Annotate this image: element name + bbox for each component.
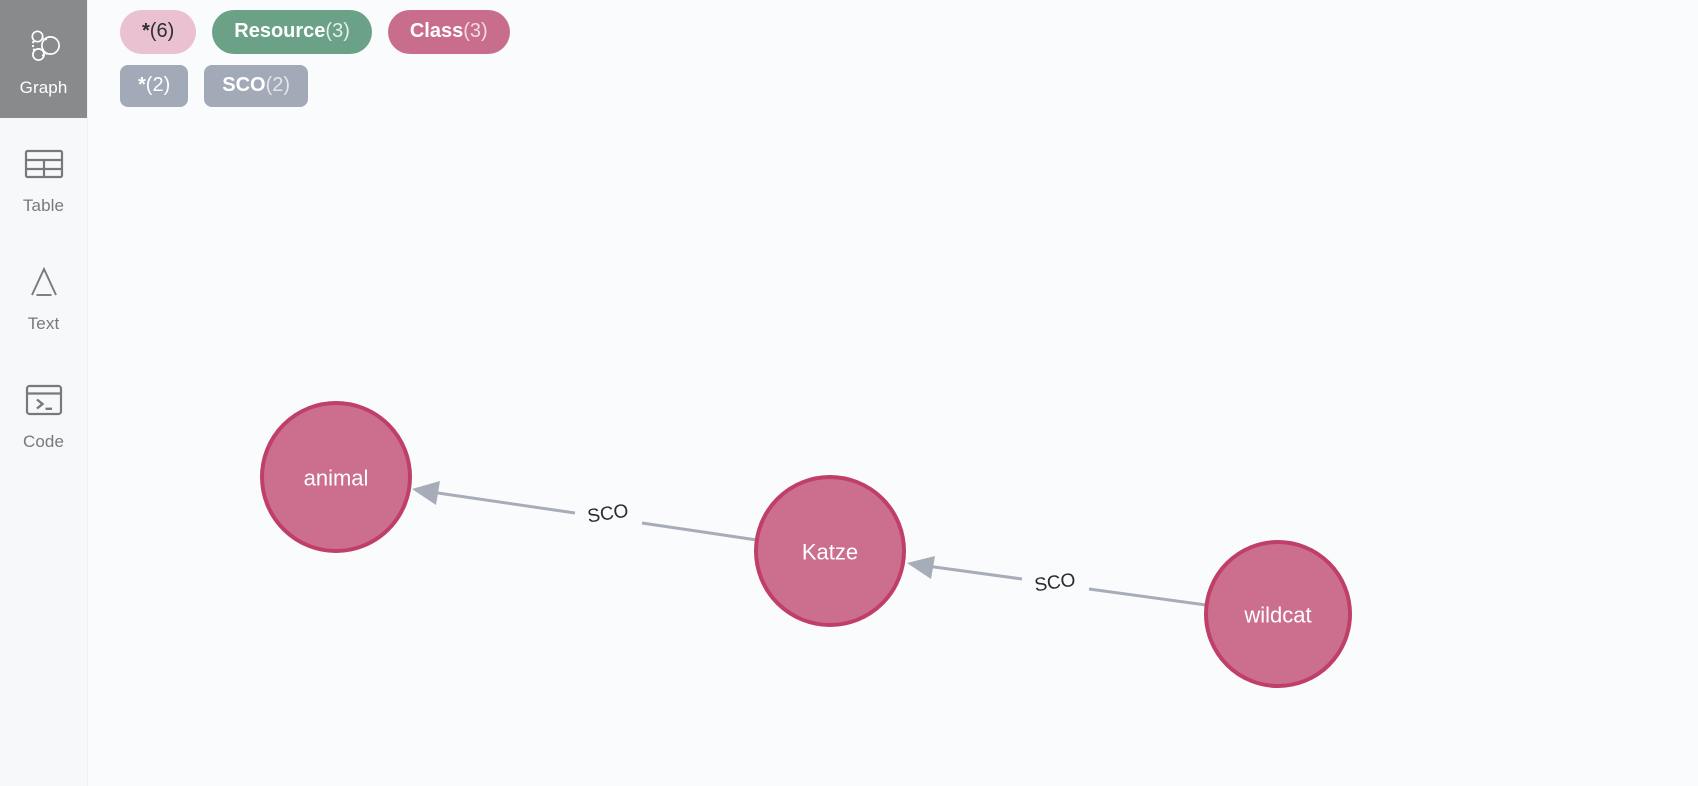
- relationship-line: [641, 521, 758, 542]
- relationship-arrowhead: [412, 481, 440, 505]
- relationship-wildcat-katze[interactable]: SCO: [907, 556, 1207, 607]
- sidebar-item-label: Code: [22, 431, 65, 451]
- node-chip-resource-count: (3): [325, 20, 350, 42]
- sidebar-item-label: Graph: [19, 77, 68, 97]
- rel-chip-all-count: (2): [145, 74, 171, 96]
- node-chip-class-name: Class: [409, 20, 464, 42]
- sidebar-item-graph[interactable]: Graph: [0, 0, 87, 118]
- node-label-chip-row: * (6) Resource (3) Class (3): [120, 10, 1698, 54]
- node-chip-class-count: (3): [463, 20, 488, 42]
- sidebar-item-code[interactable]: Code: [0, 354, 87, 472]
- graph-node-animal[interactable]: animal: [260, 401, 412, 553]
- relationship-type-chip-row: * (2) SCO (2): [120, 65, 1698, 107]
- node-chip-all[interactable]: * (6): [120, 10, 197, 54]
- main-panel: * (6) Resource (3) Class (3) * (2) SCO (…: [88, 0, 1698, 786]
- node-circle[interactable]: [1204, 540, 1352, 688]
- node-chip-all-name: *: [142, 20, 150, 42]
- rel-chip-all[interactable]: * (2): [120, 65, 189, 107]
- node-circle[interactable]: [260, 401, 412, 553]
- table-icon: [21, 141, 67, 187]
- graph-node-katze[interactable]: Katze: [754, 475, 906, 627]
- relationship-label: SCO: [1033, 570, 1077, 597]
- sidebar-item-label: Table: [22, 195, 65, 215]
- text-icon: [21, 259, 67, 305]
- relationship-label: SCO: [586, 501, 630, 528]
- graph-svg: SCO SCO animal Katze wildcat: [260, 401, 1352, 688]
- relationship-katze-animal[interactable]: SCO: [412, 481, 758, 542]
- code-icon: [21, 377, 67, 423]
- graph-visualization-app: Graph Table Text Code * (6) Resource (3)…: [0, 0, 1698, 786]
- node-chip-resource[interactable]: Resource (3): [212, 10, 372, 54]
- sidebar-item-label: Text: [27, 313, 60, 333]
- sidebar-item-text[interactable]: Text: [0, 236, 87, 354]
- graph-icon: [21, 23, 67, 69]
- graph-canvas[interactable]: SCO SCO animal Katze wildcat: [88, 115, 1698, 786]
- legend-toolbar: * (6) Resource (3) Class (3) * (2) SCO (…: [88, 0, 1698, 115]
- rel-chip-sco[interactable]: SCO (2): [204, 65, 309, 107]
- node-chip-class[interactable]: Class (3): [387, 10, 510, 54]
- relationship-line: [430, 490, 576, 515]
- rel-chip-sco-name: SCO: [222, 74, 266, 96]
- relationship-line: [1088, 587, 1207, 607]
- relationship-arrowhead: [907, 556, 935, 579]
- node-circle[interactable]: [754, 475, 906, 627]
- graph-node-wildcat[interactable]: wildcat: [1204, 540, 1352, 688]
- node-chip-resource-name: Resource: [234, 20, 326, 42]
- rel-chip-all-name: *: [138, 74, 146, 96]
- rel-chip-sco-count: (2): [265, 74, 291, 96]
- sidebar: Graph Table Text Code: [0, 0, 88, 786]
- sidebar-item-table[interactable]: Table: [0, 118, 87, 236]
- relationship-line: [926, 564, 1023, 581]
- node-chip-all-count: (6): [149, 20, 175, 42]
